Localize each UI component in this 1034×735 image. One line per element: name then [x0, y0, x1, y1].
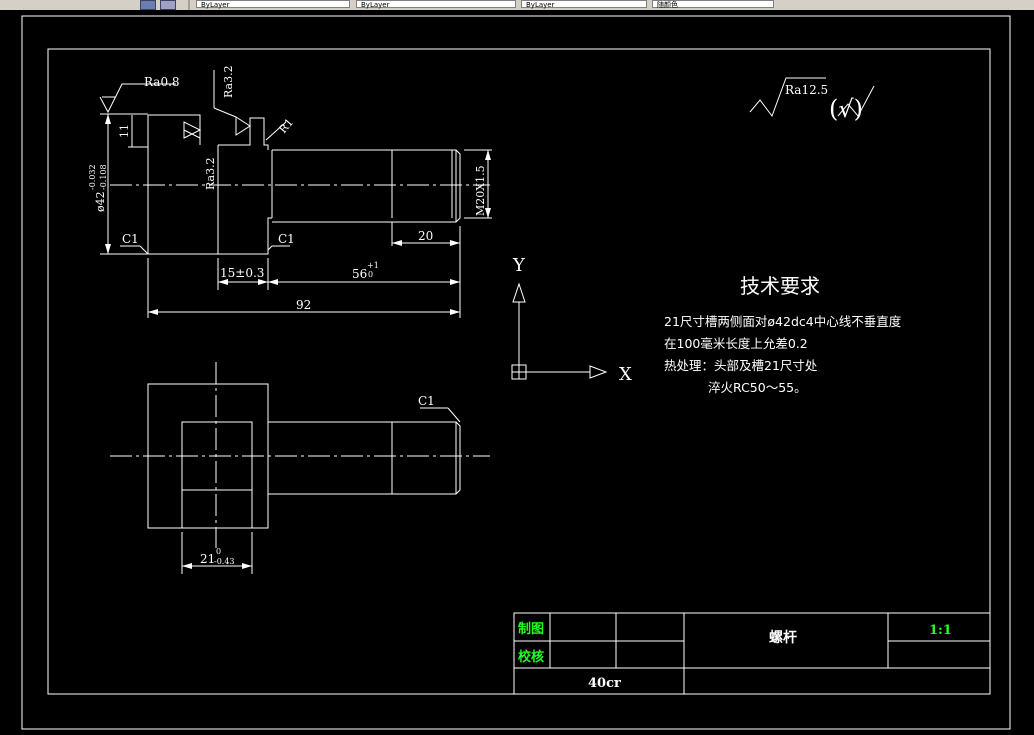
cad-drawing[interactable]: Ra0.8 Ra3.2 Ra3.2 11 ø42 -0.032 -0.108 R…: [0, 10, 1034, 735]
chamfer-c1-left: C1: [122, 232, 139, 246]
color-combo[interactable]: ByLayer: [196, 0, 350, 9]
dim-length-92: 92: [296, 298, 311, 312]
title-block-part-name: 螺杆: [769, 629, 797, 646]
tech-req-line-2: 在100毫米长度上允差0.2: [664, 336, 808, 351]
toolbar-separator: [188, 0, 190, 10]
title-block-drawn-label: 制图: [518, 621, 544, 637]
ucs-icon: [511, 282, 608, 380]
tech-req-line-3: 热处理：头部及槽21尺寸处: [664, 358, 818, 373]
dim-width-21-lower-tol: -0.43: [214, 557, 235, 566]
drawing-canvas[interactable]: Ra0.8 Ra3.2 Ra3.2 11 ø42 -0.032 -0.108 R…: [0, 10, 1034, 735]
dim-r1: R1: [276, 116, 296, 136]
dim-height-11: 11: [118, 124, 131, 138]
tech-req-title: 技术要求: [740, 274, 820, 298]
roughness-symbols: [99, 70, 875, 139]
ucs-x-label: X: [619, 364, 632, 385]
roughness-check-mark: (√): [829, 95, 863, 123]
roughness-ra125: Ra12.5: [785, 83, 828, 97]
dim-diameter-lower-tol: -0.108: [99, 164, 108, 190]
dim-length-20: 20: [418, 229, 433, 243]
dim-diameter-upper-tol: -0.032: [88, 164, 97, 190]
dim-length-56: 56: [352, 267, 367, 281]
roughness-ra08: Ra0.8: [144, 75, 180, 89]
dim-width-21-upper-tol: 0: [216, 547, 221, 556]
roughness-ra32-face: Ra3.2: [204, 157, 217, 190]
title-block-scale: 1:1: [929, 623, 952, 638]
layer-state-icon[interactable]: [160, 0, 176, 10]
title-block: [513, 612, 991, 695]
dim-width-21: 21: [200, 552, 215, 566]
lineweight-combo[interactable]: ByLayer: [521, 0, 647, 9]
plotstyle-combo[interactable]: 随颜色: [652, 0, 774, 9]
tech-req-line-4: 淬火RC50～55。: [708, 380, 807, 395]
tech-req-line-1: 21尺寸槽两侧面对ø42dc4中心线不垂直度: [664, 314, 902, 329]
roughness-ra32-top: Ra3.2: [222, 65, 235, 98]
layer-icon[interactable]: [140, 0, 156, 10]
dim-thread: M20X1.5: [474, 165, 487, 216]
title-block-material: 40cr: [588, 676, 621, 691]
chamfer-c1-plan: C1: [418, 394, 435, 408]
linetype-combo[interactable]: ByLayer: [356, 0, 516, 9]
ucs-y-label: Y: [512, 255, 526, 276]
dim-length-56-upper-tol: +1: [367, 261, 379, 270]
dim-diameter: ø42: [94, 191, 107, 212]
dim-length-15: 15±0.3: [220, 266, 264, 280]
dimension-arrows: [105, 114, 491, 315]
title-block-checked-label: 校核: [518, 649, 544, 665]
dim-length-56-lower-tol: 0: [368, 270, 373, 279]
front-dimension-lines: [100, 113, 492, 318]
plan-view: [147, 383, 461, 574]
chamfer-c1-mid: C1: [278, 232, 295, 246]
